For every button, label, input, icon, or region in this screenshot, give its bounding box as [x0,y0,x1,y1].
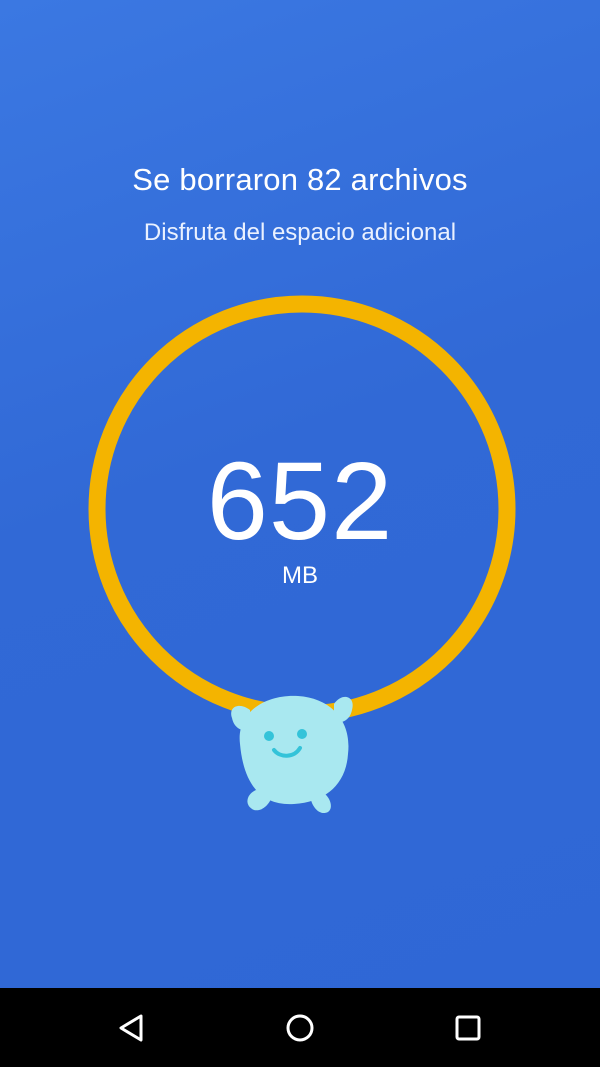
recents-square-icon [455,1015,481,1041]
home-circle-icon [286,1014,314,1042]
freed-space-value: 652 [206,440,394,563]
back-button[interactable] [106,1002,158,1054]
home-button[interactable] [274,1002,326,1054]
cleanup-result-screen: Se borraron 82 archivos Disfruta del esp… [0,0,600,988]
back-triangle-icon [119,1014,143,1042]
freed-space-unit: MB [282,562,318,589]
system-nav-bar [0,988,600,1067]
result-title: Se borraron 82 archivos [132,162,468,197]
recents-button[interactable] [442,1002,494,1054]
smiling-mascot-icon [231,695,353,814]
result-subtitle: Disfruta del espacio adicional [143,219,457,246]
